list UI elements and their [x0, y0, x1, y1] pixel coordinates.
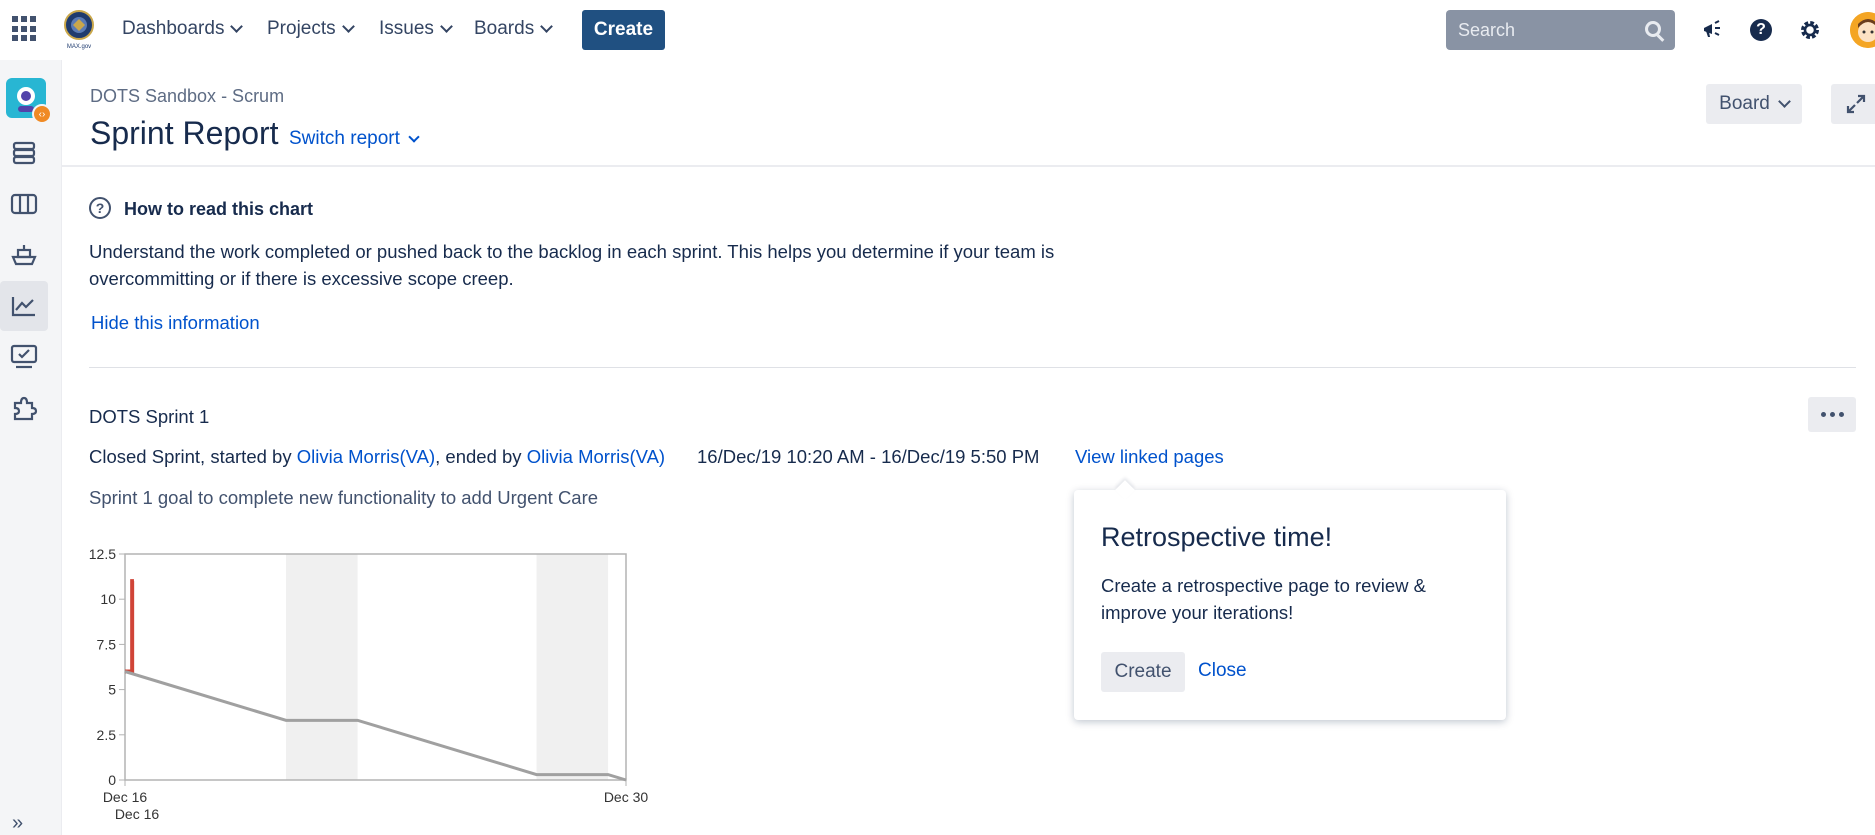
releases-ship-icon[interactable]	[0, 230, 48, 280]
expand-sidebar-icon[interactable]: »	[12, 812, 23, 835]
info-description: Understand the work completed or pushed …	[89, 241, 1055, 289]
y-tick-label: 12.5	[89, 546, 116, 562]
board-button-label: Board	[1719, 93, 1770, 114]
fullscreen-button[interactable]	[1831, 84, 1875, 124]
nav-dashboards-label: Dashboards	[122, 18, 225, 39]
help-icon[interactable]: ?	[1748, 17, 1774, 43]
add-ons-puzzle-icon[interactable]	[0, 383, 48, 433]
non-working-day-band	[286, 554, 358, 780]
y-tick-label: 10	[100, 591, 116, 607]
app-switcher-icon[interactable]	[12, 16, 38, 42]
megaphone-icon[interactable]	[1700, 17, 1726, 43]
ended-by-user-link[interactable]: Olivia Morris(VA)	[527, 446, 665, 467]
retrospective-popover: Retrospective time! Create a retrospecti…	[1074, 490, 1506, 720]
sprint-goal: Sprint 1 goal to complete new functional…	[89, 487, 599, 508]
search-input[interactable]: Search	[1446, 10, 1675, 50]
more-actions-button[interactable]	[1808, 397, 1856, 432]
create-button[interactable]: Create	[582, 10, 665, 50]
question-icon: ?	[89, 197, 111, 219]
popover-close-link[interactable]: Close	[1198, 660, 1247, 682]
code-badge-icon: ‹›	[32, 104, 52, 124]
breadcrumb[interactable]: DOTS Sandbox - Scrum	[90, 86, 284, 107]
burndown-chart: 0 2.5 5 7.5 10 12.5 Dec 16 Dec 30 Dec 16	[89, 546, 649, 822]
board-columns-icon[interactable]	[0, 179, 48, 229]
sprint-status-prefix: Closed Sprint, started by	[89, 446, 297, 467]
chevron-down-icon	[1777, 95, 1791, 108]
x-sub-tick-label: Dec 16	[115, 806, 160, 822]
switch-report-dropdown[interactable]: Switch report	[289, 128, 420, 150]
gear-icon[interactable]	[1797, 17, 1823, 43]
non-working-day-band	[536, 554, 609, 780]
started-by-user-link[interactable]: Olivia Morris(VA)	[297, 446, 435, 467]
y-tick-label: 2.5	[97, 727, 117, 743]
chevron-down-icon	[440, 20, 453, 33]
sprint-status: Closed Sprint, started by Olivia Morris(…	[89, 446, 665, 468]
project-sidebar: ‹› »	[0, 60, 62, 835]
chevron-down-icon	[341, 20, 355, 33]
y-tick-label: 0	[108, 772, 116, 788]
nav-boards-label: Boards	[474, 18, 535, 39]
nav-dashboards[interactable]: Dashboards	[122, 18, 244, 40]
sprint-dates: 16/Dec/19 10:20 AM - 16/Dec/19 5:50 PM	[697, 446, 1040, 467]
project-avatar[interactable]: ‹›	[6, 78, 52, 124]
board-dropdown-button[interactable]: Board	[1706, 84, 1802, 124]
info-title: How to read this chart	[124, 199, 314, 219]
user-avatar[interactable]	[1850, 12, 1875, 48]
popover-text: Create a retrospective page to review & …	[1101, 575, 1426, 623]
page-title: Sprint Report	[90, 115, 279, 151]
logo-text: MAX.gov	[67, 44, 91, 50]
nav-projects-label: Projects	[267, 18, 336, 39]
x-tick-label: Dec 30	[604, 789, 649, 805]
issues-monitor-icon[interactable]	[0, 332, 48, 382]
hide-information-link[interactable]: Hide this information	[91, 312, 260, 334]
chevron-down-icon	[408, 130, 420, 143]
nav-issues-label: Issues	[379, 18, 434, 39]
backlog-icon[interactable]	[0, 128, 48, 178]
chevron-down-icon	[230, 20, 244, 33]
reports-icon[interactable]	[0, 281, 48, 331]
scope-change-line	[125, 579, 135, 674]
y-tick-label: 5	[108, 682, 116, 698]
y-tick-label: 7.5	[97, 636, 117, 652]
switch-report-label: Switch report	[289, 128, 400, 149]
search-placeholder: Search	[1458, 19, 1516, 40]
search-icon	[1645, 21, 1661, 37]
nav-projects[interactable]: Projects	[267, 18, 355, 40]
retrospective-create-button[interactable]: Create	[1101, 652, 1185, 692]
sprint-ended-prefix: , ended by	[435, 446, 527, 467]
nav-boards[interactable]: Boards	[474, 18, 554, 40]
chevron-down-icon	[540, 20, 554, 33]
nav-issues[interactable]: Issues	[379, 18, 453, 40]
header-divider	[62, 165, 1875, 167]
popover-title: Retrospective time!	[1101, 522, 1333, 552]
expand-arrows-icon	[1846, 94, 1866, 114]
sprint-name: DOTS Sprint 1	[89, 406, 210, 427]
site-logo[interactable]: MAX.gov	[62, 10, 96, 50]
view-linked-pages-link[interactable]: View linked pages	[1075, 446, 1224, 468]
x-tick-label: Dec 16	[103, 789, 148, 805]
section-divider	[89, 367, 1856, 368]
top-navigation: MAX.gov Dashboards Projects Issues Board…	[0, 0, 1875, 60]
